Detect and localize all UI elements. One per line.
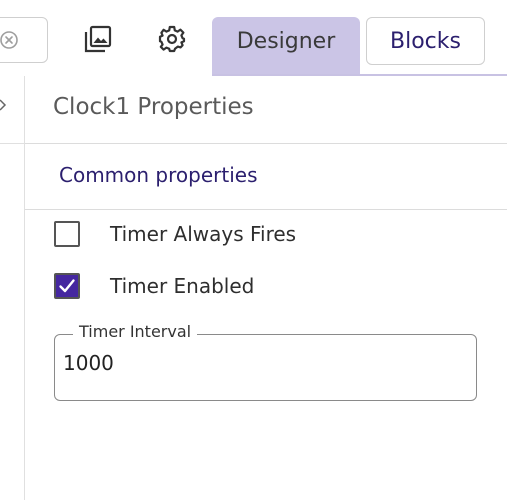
gear-icon[interactable]	[157, 24, 187, 54]
tab-underline	[212, 74, 507, 76]
side-panel-divider-line	[0, 143, 25, 144]
timer-interval-field: Timer Interval	[54, 322, 477, 401]
timer-interval-label: Timer Interval	[73, 322, 198, 341]
tab-blocks[interactable]: Blocks	[366, 17, 485, 65]
chevron-icon[interactable]	[0, 99, 8, 111]
timer-always-fires-row: Timer Always Fires	[54, 220, 296, 248]
app-root: Designer Blocks Clock1 Properties Common…	[0, 0, 507, 500]
timer-enabled-checkbox[interactable]	[54, 273, 80, 299]
clear-circle-x-icon[interactable]	[0, 31, 18, 49]
properties-panel-title: Clock1 Properties	[53, 94, 254, 120]
title-divider	[25, 143, 507, 144]
checkmark-icon	[59, 279, 75, 293]
timer-interval-input[interactable]	[63, 351, 463, 375]
tab-designer-label: Designer	[236, 29, 336, 54]
section-divider	[25, 209, 507, 210]
image-gallery-icon[interactable]	[83, 24, 113, 54]
timer-always-fires-checkbox[interactable]	[54, 221, 80, 247]
panel-divider	[24, 76, 25, 500]
timer-enabled-row: Timer Enabled	[54, 272, 254, 300]
timer-enabled-label: Timer Enabled	[110, 274, 255, 298]
common-properties-header[interactable]: Common properties	[59, 163, 258, 187]
timer-always-fires-label: Timer Always Fires	[110, 222, 297, 246]
tab-blocks-label: Blocks	[390, 28, 461, 54]
tab-designer[interactable]: Designer	[212, 17, 360, 76]
toolbar: Designer Blocks	[0, 0, 507, 76]
